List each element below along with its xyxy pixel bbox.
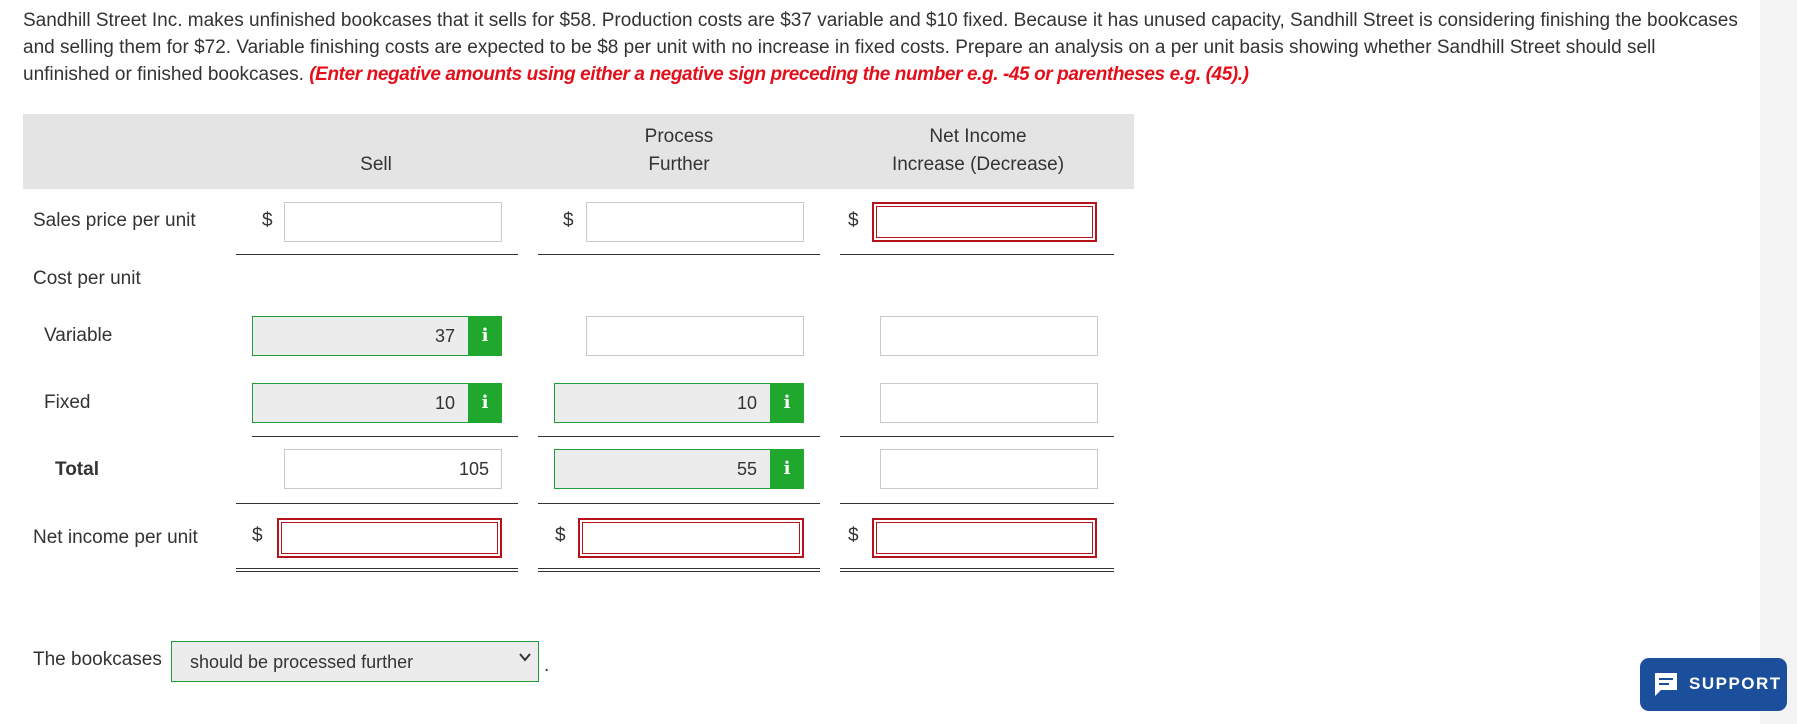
conclusion-period: . [544, 655, 550, 676]
info-icon[interactable]: i [770, 383, 804, 423]
double-underline [538, 568, 820, 572]
underline [538, 503, 820, 504]
problem-instruction: (Enter negative amounts using either a n… [309, 64, 1249, 85]
support-label: SUPPORT [1689, 674, 1782, 693]
header-process-further-line1: Process [644, 126, 714, 147]
chevron-down-icon [519, 653, 531, 662]
conclusion-selected-value: should be processed further [190, 652, 414, 672]
row-label-variable: Variable [44, 325, 113, 346]
process-further-fixed-input[interactable]: 10 i [554, 383, 804, 423]
chat-icon [1655, 673, 1677, 696]
dollar-sign: $ [555, 525, 566, 546]
header-net-income-line2: Increase (Decrease) [891, 154, 1065, 175]
underline [538, 254, 820, 255]
underline [252, 436, 518, 437]
row-label-sales-price: Sales price per unit [33, 210, 196, 231]
dollar-sign: $ [848, 525, 859, 546]
row-label-net-income: Net income per unit [33, 527, 198, 548]
problem-statement: Sandhill Street Inc. makes unfinished bo… [23, 7, 1743, 88]
sell-variable-input[interactable]: 37 i [252, 316, 502, 356]
sell-sales-price-input[interactable] [284, 202, 502, 242]
underline [840, 254, 1114, 255]
row-label-total: Total [55, 459, 99, 480]
net-income-fixed-input[interactable] [880, 383, 1098, 423]
underline [840, 436, 1114, 437]
dollar-sign: $ [262, 210, 273, 231]
info-icon[interactable]: i [468, 383, 502, 423]
sell-net-income-input[interactable] [277, 518, 502, 558]
header-process-further-line2: Further [648, 154, 710, 175]
conclusion-label: The bookcases [33, 649, 162, 670]
net-income-variable-input[interactable] [880, 316, 1098, 356]
support-button[interactable]: SUPPORT [1640, 658, 1787, 711]
process-further-sales-price-input[interactable] [586, 202, 804, 242]
underline [236, 254, 518, 255]
double-underline [840, 568, 1114, 572]
underline [236, 503, 518, 504]
process-further-total-value: 55 [736, 459, 757, 479]
underline [840, 503, 1114, 504]
conclusion-select[interactable]: should be processed further [171, 641, 539, 682]
dollar-sign: $ [848, 210, 859, 231]
sell-fixed-input[interactable]: 10 i [252, 383, 502, 423]
header-net-income-line1: Net Income [929, 126, 1027, 147]
info-icon[interactable]: i [468, 316, 502, 356]
dollar-sign: $ [563, 210, 574, 231]
dollar-sign: $ [252, 525, 263, 546]
sell-total-value: 105 [458, 459, 489, 479]
sell-total-input[interactable]: 105 [284, 449, 502, 489]
row-label-fixed: Fixed [44, 392, 91, 413]
process-further-fixed-value: 10 [736, 393, 757, 413]
net-income-net-income-input[interactable] [872, 518, 1097, 558]
double-underline [236, 568, 518, 572]
header-sell: Sell [360, 154, 392, 175]
info-icon[interactable]: i [770, 449, 804, 489]
process-further-net-income-input[interactable] [578, 518, 804, 558]
page: Sandhill Street Inc. makes unfinished bo… [0, 0, 1787, 724]
process-further-total-input[interactable]: 55 i [554, 449, 804, 489]
sell-fixed-value: 10 [434, 393, 455, 413]
process-further-variable-input[interactable] [586, 316, 804, 356]
net-income-sales-price-input[interactable] [872, 202, 1097, 242]
sell-variable-value: 37 [434, 326, 455, 346]
net-income-total-input[interactable] [880, 449, 1098, 489]
underline [538, 436, 820, 437]
row-label-cost-per-unit: Cost per unit [33, 268, 141, 289]
